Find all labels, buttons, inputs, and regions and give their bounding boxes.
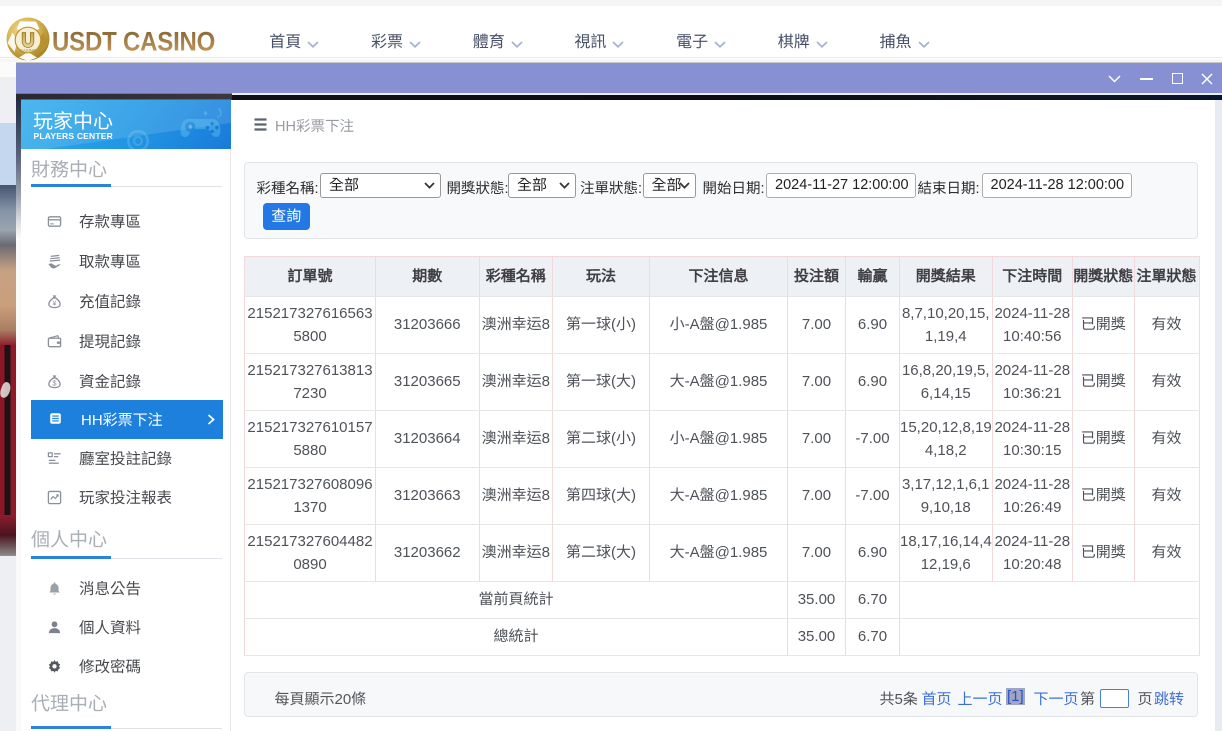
svg-text:$: $ — [52, 378, 57, 387]
svg-text:CASINO: CASINO — [20, 48, 37, 53]
svg-text:¥: ¥ — [53, 300, 57, 307]
